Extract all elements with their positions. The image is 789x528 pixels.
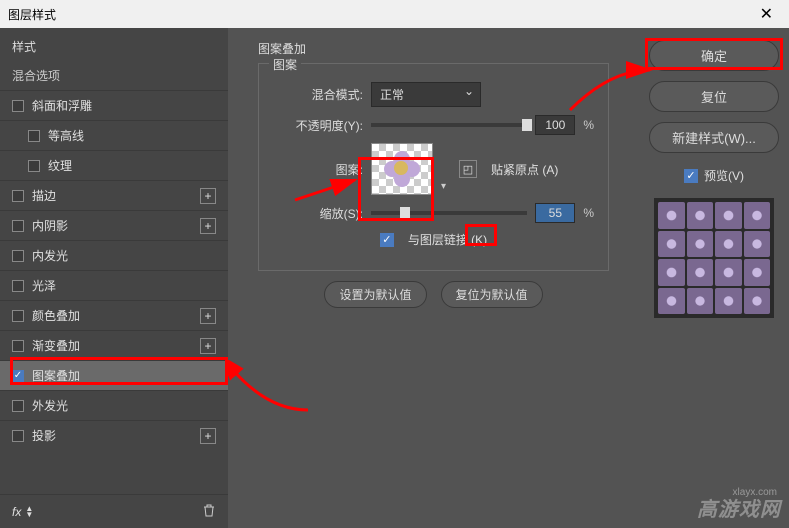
sidebar-item-7[interactable]: 颜色叠加 + [0, 300, 228, 330]
sidebar-item-label: 渐变叠加 [32, 337, 80, 354]
sidebar-item-6[interactable]: 光泽 [0, 270, 228, 300]
sidebar-item-label: 等高线 [48, 127, 84, 144]
sidebar-item-label: 光泽 [32, 277, 56, 294]
set-default-button[interactable]: 设置为默认值 [324, 281, 426, 308]
sidebar-checkbox[interactable] [12, 100, 24, 112]
sidebar-checkbox[interactable] [12, 280, 24, 292]
chevron-down-icon[interactable]: ▾ [441, 181, 446, 192]
scale-input[interactable]: 55 [535, 203, 575, 223]
sidebar-item-label: 内阴影 [32, 217, 68, 234]
reset-default-button[interactable]: 复位为默认值 [441, 281, 543, 308]
link-layer-checkbox[interactable]: ✓ [380, 233, 394, 247]
link-layer-row: ✓ 与图层链接 (K) [273, 231, 594, 248]
sidebar-checkbox[interactable] [28, 160, 40, 172]
sidebar-checkbox[interactable] [12, 220, 24, 232]
sidebar: 样式 混合选项 斜面和浮雕等高线纹理描边 + 内阴影 + 内发光光泽颜色叠加 + 渐变叠加 +… [0, 28, 228, 528]
sidebar-item-label: 斜面和浮雕 [32, 97, 92, 114]
pattern-swatch[interactable]: ▾ [371, 143, 433, 195]
scale-label: 缩放(S): [273, 205, 363, 222]
pattern-overlay-group: 图案叠加 图案 混合模式: 正常 不透明度(Y): 100 % 图案: [244, 40, 623, 322]
plus-icon[interactable]: + [200, 188, 216, 204]
sidebar-item-10[interactable]: 外发光 [0, 390, 228, 420]
preview-thumbnail [654, 198, 774, 318]
sidebar-checkbox[interactable] [12, 190, 24, 202]
blend-mode-select[interactable]: 正常 [371, 82, 481, 107]
default-buttons-row: 设置为默认值 复位为默认值 [258, 281, 609, 308]
sidebar-header: 样式 [0, 28, 228, 61]
sidebar-checkbox[interactable] [12, 310, 24, 322]
sidebar-item-label: 外发光 [32, 397, 68, 414]
plus-icon[interactable]: + [200, 338, 216, 354]
preview-row: ✓ 预览(V) [684, 167, 744, 184]
opacity-slider[interactable] [371, 123, 527, 127]
sidebar-item-3[interactable]: 描边 + [0, 180, 228, 210]
opacity-input[interactable]: 100 [535, 115, 575, 135]
close-icon[interactable]: ✕ [752, 4, 781, 24]
blend-mode-row: 混合模式: 正常 [273, 82, 594, 107]
main-area: 样式 混合选项 斜面和浮雕等高线纹理描边 + 内阴影 + 内发光光泽颜色叠加 + 渐变叠加 +… [0, 28, 789, 528]
preview-label: 预览(V) [704, 167, 744, 184]
opacity-row: 不透明度(Y): 100 % [273, 115, 594, 135]
blend-options[interactable]: 混合选项 [0, 61, 228, 90]
pattern-group: 图案 混合模式: 正常 不透明度(Y): 100 % 图案: [258, 63, 609, 271]
sidebar-item-0[interactable]: 斜面和浮雕 [0, 90, 228, 120]
sidebar-item-label: 图案叠加 [32, 367, 80, 384]
pattern-row: 图案: ▾ ◰ 贴紧原点 (A) [273, 143, 594, 195]
snap-origin-label[interactable]: 贴紧原点 (A) [491, 161, 558, 178]
blend-mode-label: 混合模式: [273, 86, 363, 103]
reset-button[interactable]: 复位 [649, 81, 779, 112]
sidebar-item-label: 投影 [32, 427, 56, 444]
sidebar-checkbox[interactable] [12, 400, 24, 412]
sidebar-item-1[interactable]: 等高线 [0, 120, 228, 150]
snap-origin-icon[interactable]: ◰ [459, 160, 477, 178]
opacity-label: 不透明度(Y): [273, 117, 363, 134]
link-layer-label: 与图层链接 (K) [408, 231, 487, 248]
scale-row: 缩放(S): 55 % [273, 203, 594, 223]
sidebar-item-5[interactable]: 内发光 [0, 240, 228, 270]
sidebar-item-label: 描边 [32, 187, 56, 204]
trash-icon[interactable] [202, 503, 216, 520]
sidebar-item-2[interactable]: 纹理 [0, 150, 228, 180]
right-column: 确定 复位 新建样式(W)... ✓ 预览(V) [639, 28, 789, 528]
sidebar-checkbox[interactable] [12, 340, 24, 352]
sidebar-item-8[interactable]: 渐变叠加 + [0, 330, 228, 360]
opacity-pct: % [583, 118, 594, 132]
titlebar: 图层样式 ✕ [0, 0, 789, 28]
plus-icon[interactable]: + [200, 428, 216, 444]
sidebar-checkbox[interactable] [12, 430, 24, 442]
sidebar-checkbox[interactable] [12, 250, 24, 262]
inner-group-title: 图案 [269, 56, 301, 73]
ok-button[interactable]: 确定 [649, 40, 779, 71]
sidebar-checkbox[interactable]: ✓ [12, 370, 24, 382]
content-panel: 图案叠加 图案 混合模式: 正常 不透明度(Y): 100 % 图案: [228, 28, 639, 528]
fx-label[interactable]: fx [12, 505, 21, 519]
sidebar-item-9[interactable]: ✓ 图案叠加 [0, 360, 228, 390]
sidebar-item-label: 纹理 [48, 157, 72, 174]
plus-icon[interactable]: + [200, 218, 216, 234]
scale-slider[interactable] [371, 211, 527, 215]
pattern-label: 图案: [273, 161, 363, 178]
window-title: 图层样式 [8, 6, 56, 23]
sidebar-footer: fx ▲▼ [0, 494, 228, 528]
flower-icon [384, 151, 420, 187]
watermark-text: 高游戏网 [697, 493, 781, 522]
sidebar-item-label: 颜色叠加 [32, 307, 80, 324]
sidebar-checkbox[interactable] [28, 130, 40, 142]
plus-icon[interactable]: + [200, 308, 216, 324]
new-style-button[interactable]: 新建样式(W)... [649, 122, 779, 153]
outer-group-title: 图案叠加 [258, 40, 609, 57]
sidebar-item-4[interactable]: 内阴影 + [0, 210, 228, 240]
preview-checkbox[interactable]: ✓ [684, 169, 698, 183]
sidebar-item-11[interactable]: 投影 + [0, 420, 228, 450]
sidebar-item-label: 内发光 [32, 247, 68, 264]
fx-updown-icon[interactable]: ▲▼ [25, 506, 33, 518]
scale-pct: % [583, 206, 594, 220]
